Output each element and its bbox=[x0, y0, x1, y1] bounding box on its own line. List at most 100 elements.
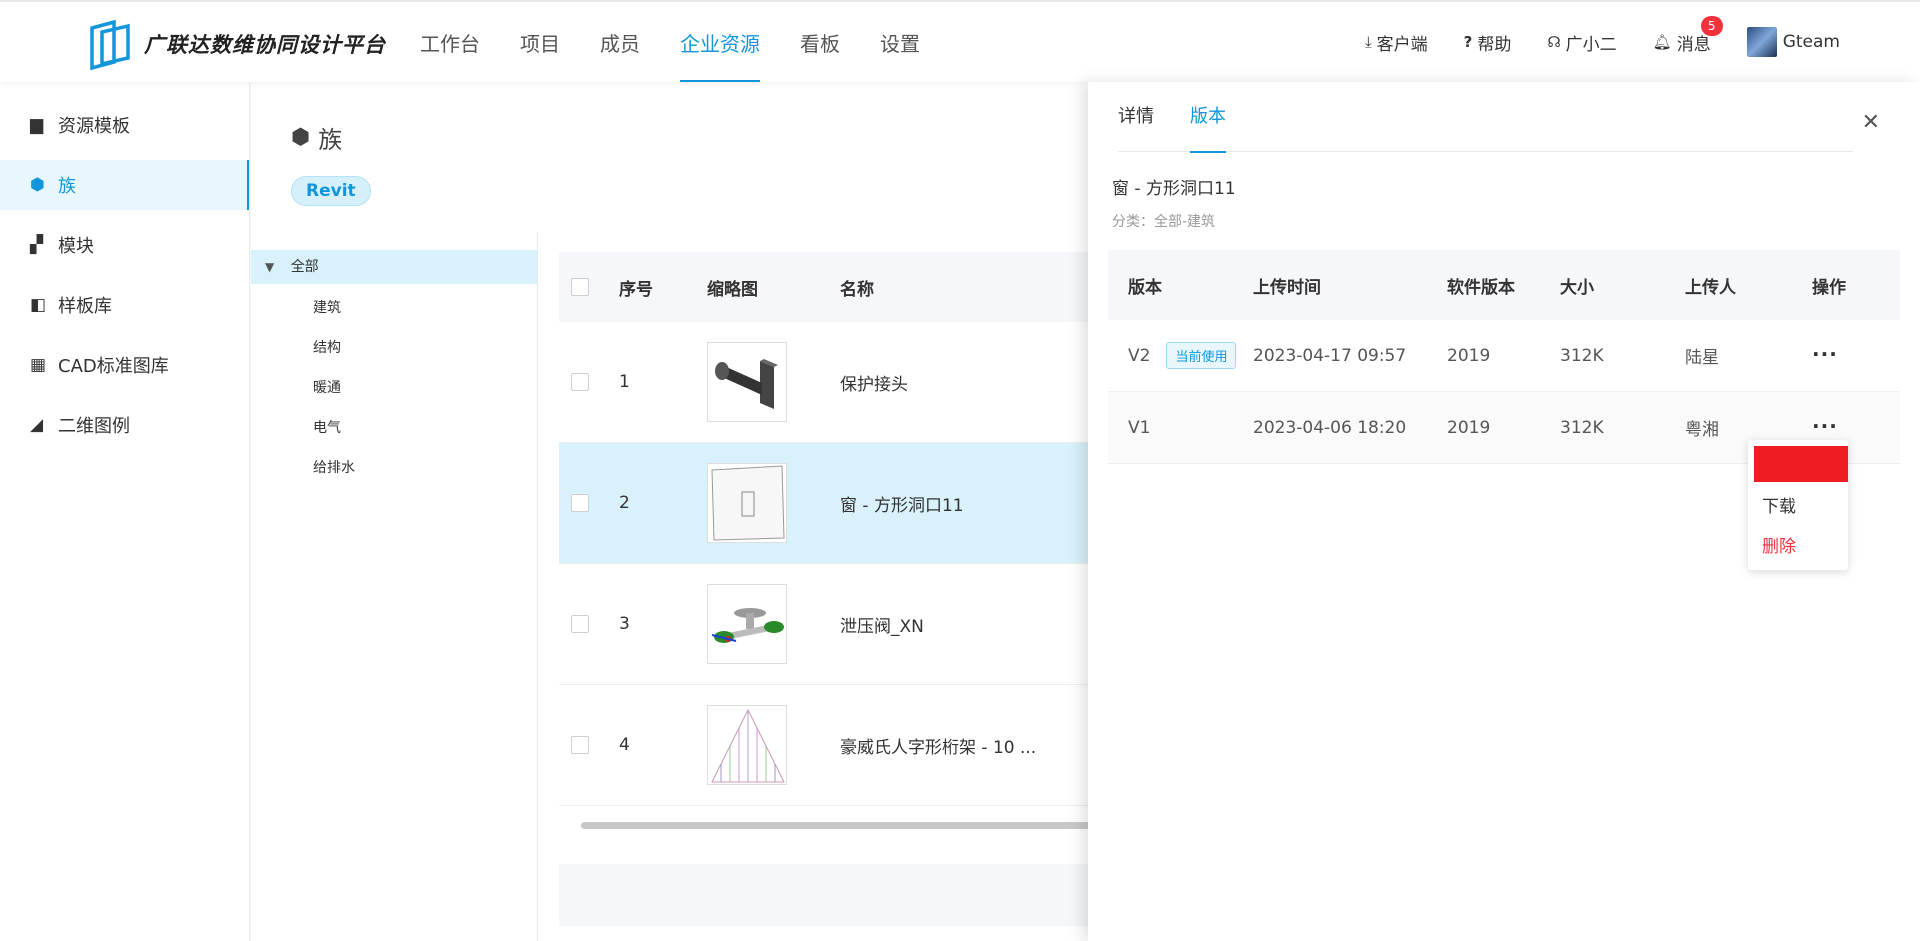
row-index: 1 bbox=[619, 372, 630, 392]
nav-settings[interactable]: 设置 bbox=[880, 2, 920, 82]
assistant-label: 广小二 bbox=[1565, 34, 1617, 55]
relief-valve-illustration bbox=[711, 608, 784, 643]
column-header: 软件版本 bbox=[1447, 277, 1515, 298]
row-checkbox[interactable] bbox=[571, 736, 589, 754]
more-actions-icon[interactable]: ··· bbox=[1812, 414, 1838, 438]
assistant-button[interactable]: ☊ 广小二 bbox=[1547, 30, 1616, 55]
logo-text: 广联达数维协同设计平台 bbox=[144, 33, 386, 57]
tree-node-label: 全部 bbox=[290, 259, 319, 275]
nav-dashboard[interactable]: 看板 bbox=[800, 2, 840, 82]
column-header: 上传时间 bbox=[1253, 277, 1321, 298]
close-icon[interactable]: ✕ bbox=[1862, 110, 1880, 135]
sidebar-item-label: 族 bbox=[58, 176, 76, 197]
thumbnail-image bbox=[707, 584, 787, 664]
family-icon: ⬢ bbox=[30, 175, 45, 195]
logo-icon bbox=[90, 19, 130, 70]
thumbnail-image bbox=[707, 463, 787, 543]
caret-down-icon[interactable]: ▼ bbox=[265, 250, 274, 284]
column-header: 操作 bbox=[1812, 277, 1846, 298]
sample-library-icon: ◧ bbox=[30, 295, 47, 315]
message-count-badge: 5 bbox=[1700, 15, 1723, 36]
family-name[interactable]: 豪威氏人字形桁架 - 10 ... bbox=[832, 733, 1082, 758]
column-header: 上传人 bbox=[1685, 277, 1736, 298]
sidebar: ▆ 资源模板 ⬢ 族 ▞ 模块 ◧ 样板库 ▦ CAD标准图库 ◢ 二维图例 bbox=[0, 82, 250, 941]
tree-node-all[interactable]: ▼ 全部 bbox=[251, 250, 537, 284]
row-index: 3 bbox=[619, 614, 630, 634]
drawer-tabs: 详情 版本 bbox=[1118, 82, 1853, 153]
column-header: 缩略图 bbox=[707, 279, 758, 300]
family-name[interactable]: 泄压阀_XN bbox=[832, 612, 1082, 637]
version-row: V2 当前使用 2023-04-17 09:57 2019 312K 陆星 ··… bbox=[1108, 320, 1900, 392]
tab-details[interactable]: 详情 bbox=[1118, 82, 1154, 152]
row-checkbox[interactable] bbox=[571, 373, 589, 391]
more-actions-icon[interactable]: ··· bbox=[1812, 342, 1838, 366]
row-checkbox[interactable] bbox=[571, 494, 589, 512]
page-title: ⬢ 族 bbox=[291, 120, 342, 155]
version-table-header: 版本 上传时间 软件版本 大小 上传人 操作 bbox=[1108, 250, 1900, 320]
nav-workbench[interactable]: 工作台 bbox=[420, 2, 480, 82]
user-name: Gteam bbox=[1782, 32, 1840, 52]
tree-node-architecture[interactable]: 建筑 bbox=[251, 288, 537, 328]
truss-illustration bbox=[711, 708, 785, 783]
platform-tag-revit[interactable]: Revit bbox=[291, 176, 371, 206]
software-version: 2019 bbox=[1447, 345, 1491, 366]
column-header: 版本 bbox=[1128, 277, 1162, 298]
nav-projects[interactable]: 项目 bbox=[520, 2, 560, 82]
help-icon: ? bbox=[1463, 33, 1473, 51]
client-label: 客户端 bbox=[1376, 34, 1428, 55]
help-button[interactable]: ? 帮助 bbox=[1464, 30, 1512, 55]
sidebar-item-label: 模块 bbox=[58, 236, 94, 257]
thumbnail-image bbox=[707, 705, 787, 785]
legend-icon: ◢ bbox=[30, 415, 44, 435]
thumbnail-image bbox=[707, 342, 787, 422]
menu-highlight-block[interactable] bbox=[1754, 446, 1848, 482]
column-header: 序号 bbox=[619, 279, 653, 300]
file-size: 312K bbox=[1560, 417, 1604, 438]
software-version: 2019 bbox=[1447, 417, 1491, 438]
client-button[interactable]: ⤓ 客户端 bbox=[1365, 30, 1428, 55]
row-index: 4 bbox=[619, 735, 630, 755]
sidebar-item-sample-library[interactable]: ◧ 样板库 bbox=[0, 280, 249, 330]
tree-node-plumbing[interactable]: 给排水 bbox=[251, 448, 537, 488]
sidebar-item-label: CAD标准图库 bbox=[58, 356, 169, 377]
user-menu[interactable]: Gteam bbox=[1746, 27, 1840, 57]
family-name[interactable]: 保护接头 bbox=[832, 370, 1082, 395]
logo[interactable]: 广联达数维协同设计平台 bbox=[88, 18, 386, 70]
avatar bbox=[1746, 27, 1777, 57]
sidebar-item-modules[interactable]: ▞ 模块 bbox=[0, 220, 249, 270]
select-all-checkbox[interactable] bbox=[571, 278, 589, 296]
sidebar-item-resource-templates[interactable]: ▆ 资源模板 bbox=[0, 100, 249, 150]
cad-library-icon: ▦ bbox=[30, 355, 47, 375]
template-icon: ▆ bbox=[30, 115, 44, 135]
row-index: 2 bbox=[619, 493, 630, 513]
row-checkbox[interactable] bbox=[571, 615, 589, 633]
main-nav: 工作台 项目 成员 企业资源 看板 设置 bbox=[420, 2, 960, 82]
column-header: 大小 bbox=[1560, 277, 1594, 298]
page-title-text: 族 bbox=[318, 126, 343, 154]
pipe-joint-illustration bbox=[715, 359, 778, 409]
version-label: V1 bbox=[1128, 417, 1151, 438]
file-size: 312K bbox=[1560, 345, 1604, 366]
nav-enterprise-resources[interactable]: 企业资源 bbox=[680, 2, 760, 82]
sidebar-item-2d-legend[interactable]: ◢ 二维图例 bbox=[0, 400, 249, 450]
menu-item-delete[interactable]: 删除 bbox=[1762, 532, 1796, 557]
family-name[interactable]: 窗 - 方形洞口11 bbox=[832, 491, 1082, 516]
help-label: 帮助 bbox=[1477, 34, 1512, 55]
category-tree: ▼ 全部 建筑 结构 暖通 电气 给排水 bbox=[251, 232, 538, 941]
headset-icon: ☊ bbox=[1547, 33, 1561, 51]
sidebar-item-family[interactable]: ⬢ 族 bbox=[0, 160, 249, 210]
drawer-category: 分类：全部-建筑 bbox=[1112, 214, 1216, 230]
tab-versions[interactable]: 版本 bbox=[1190, 82, 1226, 153]
drawer-title: 窗 - 方形洞口11 bbox=[1112, 179, 1236, 199]
nav-members[interactable]: 成员 bbox=[600, 2, 640, 82]
menu-item-download[interactable]: 下载 bbox=[1762, 492, 1796, 517]
window-opening-illustration bbox=[711, 465, 785, 541]
sidebar-item-cad-library[interactable]: ▦ CAD标准图库 bbox=[0, 340, 249, 390]
family-icon: ⬢ bbox=[291, 125, 311, 150]
uploader: 陆星 bbox=[1685, 348, 1719, 368]
tree-node-electrical[interactable]: 电气 bbox=[251, 408, 537, 448]
messages-button[interactable]: 🔔︎ 消息 5 bbox=[1653, 15, 1723, 55]
sidebar-item-label: 资源模板 bbox=[58, 116, 130, 137]
tree-node-structure[interactable]: 结构 bbox=[251, 328, 537, 368]
tree-node-hvac[interactable]: 暖通 bbox=[251, 368, 537, 408]
